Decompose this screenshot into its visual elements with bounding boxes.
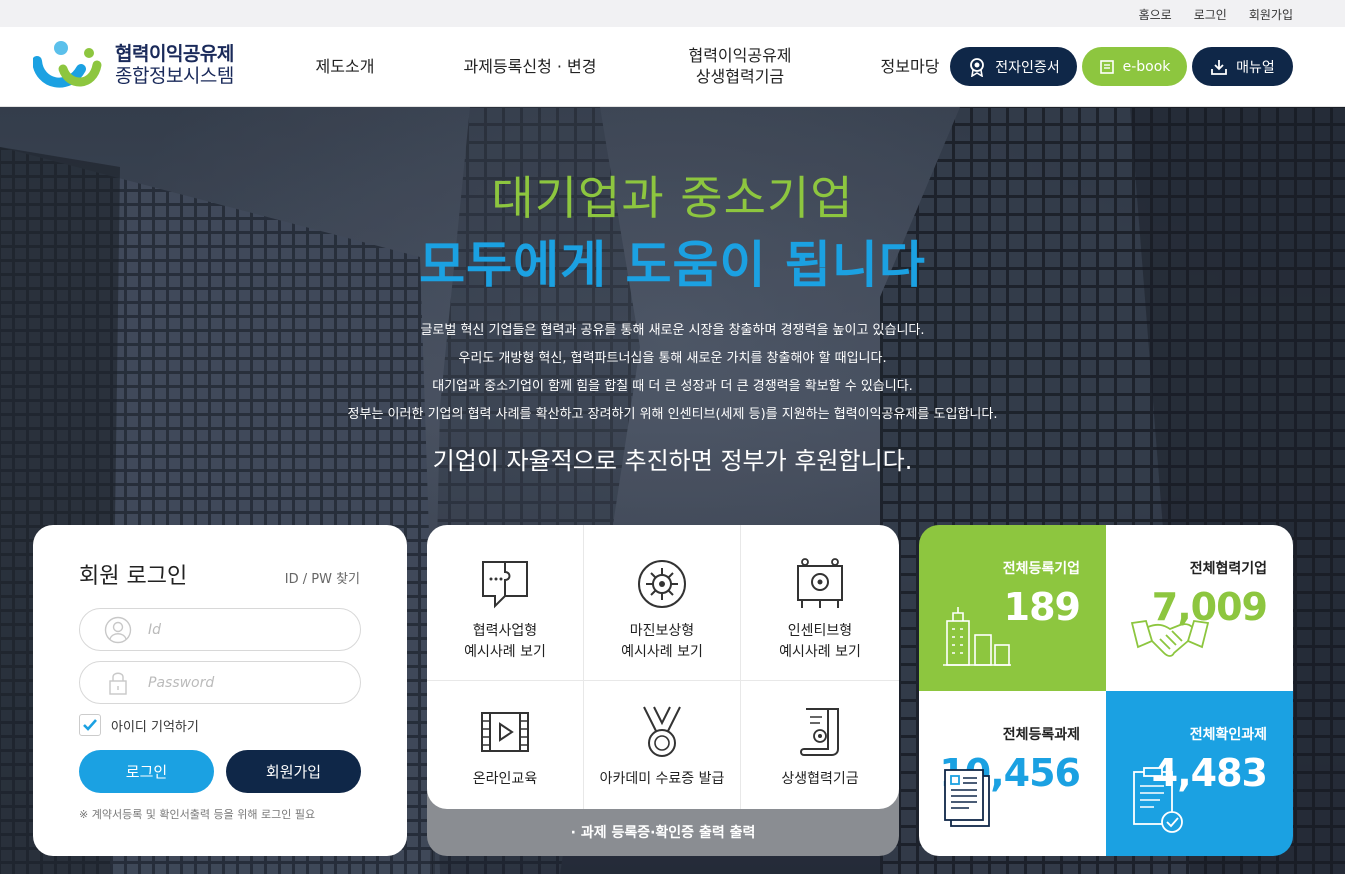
quick-item-label: 상생협력기금: [781, 771, 859, 787]
quick-menu-grid: 협력사업형 예시사례 보기 마진보상형 예시사례 보기 인센티브형 예시사례 보…: [427, 525, 899, 809]
join-button-label: 회원가입: [265, 763, 322, 781]
utility-links: 홈으로 로그인 회원가입: [1139, 6, 1293, 23]
nav-item-info[interactable]: 정보마당: [872, 27, 948, 107]
nav-item-label: 제도소개: [315, 56, 375, 76]
quick-item-label-line2: 예시사례 보기: [621, 644, 703, 660]
stat-value: 189: [1003, 585, 1081, 629]
stat-title: 전체등록과제: [1002, 727, 1080, 743]
site-logo[interactable]: 협력이익공유제 종합정보시스템: [33, 39, 234, 93]
book-icon: [1099, 59, 1114, 74]
login-note: ※ 계약서등록 및 확인서출력 등을 위해 로그인 필요: [79, 808, 316, 821]
hero-description-line: 글로벌 혁신 기업들은 협력과 공유를 통해 새로운 시장을 창출하며 경쟁력을…: [420, 323, 925, 338]
quick-menu: · 과제 등록증·확인증 출력 출력 협력사업형 예시사례 보기 마진보상형 예…: [427, 525, 899, 856]
ebook-label: e-book: [1122, 58, 1171, 75]
stat-title: 전체협력기업: [1189, 561, 1267, 577]
hero-title-blue: 모두에게 도움이 됩니다: [419, 236, 926, 294]
header: 협력이익공유제 종합정보시스템 제도소개 과제등록신청 · 변경 협력이익공유제…: [0, 27, 1345, 107]
quick-item-label-line1: 협력사업형: [472, 623, 538, 639]
scroll-icon: [800, 708, 839, 756]
user-icon: [104, 616, 132, 643]
medal-icon: [643, 706, 681, 757]
statistics-panel: 전체등록기업 189 전체협력기업 7,009 전체등록과제 10,456 전체…: [919, 525, 1293, 856]
join-button[interactable]: 회원가입: [226, 750, 361, 793]
hero-description: 글로벌 혁신 기업들은 협력과 공유를 통해 새로운 시장을 창출하며 경쟁력을…: [0, 317, 1345, 429]
remember-id-label: 아이디 기억하기: [111, 719, 199, 735]
hero-description-line: 대기업과 중소기업이 함께 힘을 합칠 때 더 큰 성장과 더 큰 경쟁력을 확…: [432, 379, 913, 394]
nav-item-program-fund[interactable]: 협력이익공유제 상생협력기금: [670, 27, 810, 107]
certificate-icon: [970, 57, 985, 77]
login-title: 회원 로그인: [79, 564, 188, 589]
quick-item-label-line1: 인센티브형: [787, 623, 853, 639]
manual-button[interactable]: 매뉴얼: [1192, 47, 1293, 86]
stat-title: 전체등록기업: [1002, 561, 1080, 577]
documents-icon: [944, 769, 990, 827]
hero-description-line: 우리도 개방형 혁신, 협력파트너십을 통해 새로운 가치를 창출해야 할 때입…: [458, 351, 887, 366]
buildings-icon: [943, 607, 1011, 666]
id-input[interactable]: [148, 621, 348, 638]
nav-item-label-line2: 상생협력기금: [695, 67, 785, 86]
logo-title: 협력이익공유제: [115, 43, 234, 66]
login-button-label: 로그인: [125, 763, 168, 781]
stat-registered-companies[interactable]: 전체등록기업 189: [919, 525, 1106, 691]
login-link[interactable]: 로그인: [1194, 6, 1227, 23]
hero-description-line: 정부는 이러한 기업의 협력 사례를 확산하고 장려하기 위해 인센티브(세제 …: [347, 407, 998, 422]
hero-subtitle: 기업이 자율적으로 추진하면 정부가 후원합니다.: [432, 447, 913, 475]
certificate-button[interactable]: 전자인증서: [950, 47, 1077, 86]
clipboard-check-icon: [1133, 767, 1183, 833]
certificate-label: 전자인증서: [995, 59, 1060, 76]
logo-mark-icon: [33, 41, 102, 88]
logo-subtitle: 종합정보시스템: [115, 65, 234, 87]
quick-item-margin-case[interactable]: 마진보상형 예시사례 보기: [584, 525, 741, 681]
stat-registered-projects[interactable]: 전체등록과제 10,456: [919, 691, 1106, 856]
remember-id-row: 아이디 기억하기: [79, 714, 199, 736]
nav-item-label: 정보마당: [880, 56, 940, 76]
home-link[interactable]: 홈으로: [1139, 6, 1172, 23]
manual-label: 매뉴얼: [1236, 59, 1275, 76]
stat-confirmed-projects[interactable]: 전체확인과제 4,483: [1106, 691, 1293, 856]
ebook-button[interactable]: e-book: [1082, 47, 1187, 86]
quick-item-cooperation-case[interactable]: 협력사업형 예시사례 보기: [427, 525, 584, 681]
presentation-gear-icon: [797, 558, 843, 608]
checkmark-icon: [83, 719, 97, 731]
password-input[interactable]: [148, 674, 348, 691]
password-field[interactable]: [79, 661, 361, 704]
nav-item-registration[interactable]: 과제등록신청 · 변경: [445, 27, 615, 107]
nav-item-intro[interactable]: 제도소개: [300, 27, 390, 107]
quick-item-label-line2: 예시사례 보기: [464, 644, 546, 660]
hero-title-green: 대기업과 중소기업: [491, 171, 854, 225]
login-button[interactable]: 로그인: [79, 750, 214, 793]
lock-icon: [109, 672, 127, 695]
utility-bar: 홈으로 로그인 회원가입: [0, 0, 1345, 27]
quick-item-label-line1: 마진보상형: [629, 623, 695, 639]
signup-link[interactable]: 회원가입: [1249, 6, 1293, 23]
certificate-print-label: · 과제 등록증·확인증 출력 출력: [570, 825, 756, 841]
quick-item-label: 온라인교육: [472, 771, 538, 787]
quick-item-online-education[interactable]: 온라인교육: [427, 681, 584, 809]
nav-item-label-line1: 협력이익공유제: [688, 46, 792, 66]
find-id-pw-link[interactable]: ID / PW 찾기: [285, 568, 360, 587]
gear-circle-icon: [638, 560, 686, 608]
download-icon: [1211, 59, 1228, 75]
quick-item-label-line2: 예시사례 보기: [779, 644, 861, 660]
stat-title: 전체확인과제: [1189, 727, 1267, 743]
quick-item-label: 아카데미 수료증 발급: [599, 771, 725, 787]
login-card: 회원 로그인 ID / PW 찾기 아이디 기억하기 로그인 회원가입 ※ 계약…: [33, 525, 407, 856]
quick-item-cooperation-fund[interactable]: 상생협력기금: [741, 681, 899, 809]
id-field[interactable]: [79, 608, 361, 651]
handshake-icon: [1130, 619, 1210, 657]
nav-item-label: 과제등록신청 · 변경: [463, 56, 597, 76]
remember-id-checkbox[interactable]: [79, 714, 101, 736]
stat-partner-companies[interactable]: 전체협력기업 7,009: [1106, 525, 1293, 691]
puzzle-chat-icon: [482, 561, 528, 609]
quick-item-academy-certificate[interactable]: 아카데미 수료증 발급: [584, 681, 741, 809]
quick-item-incentive-case[interactable]: 인센티브형 예시사례 보기: [741, 525, 899, 681]
video-film-icon: [481, 712, 529, 752]
